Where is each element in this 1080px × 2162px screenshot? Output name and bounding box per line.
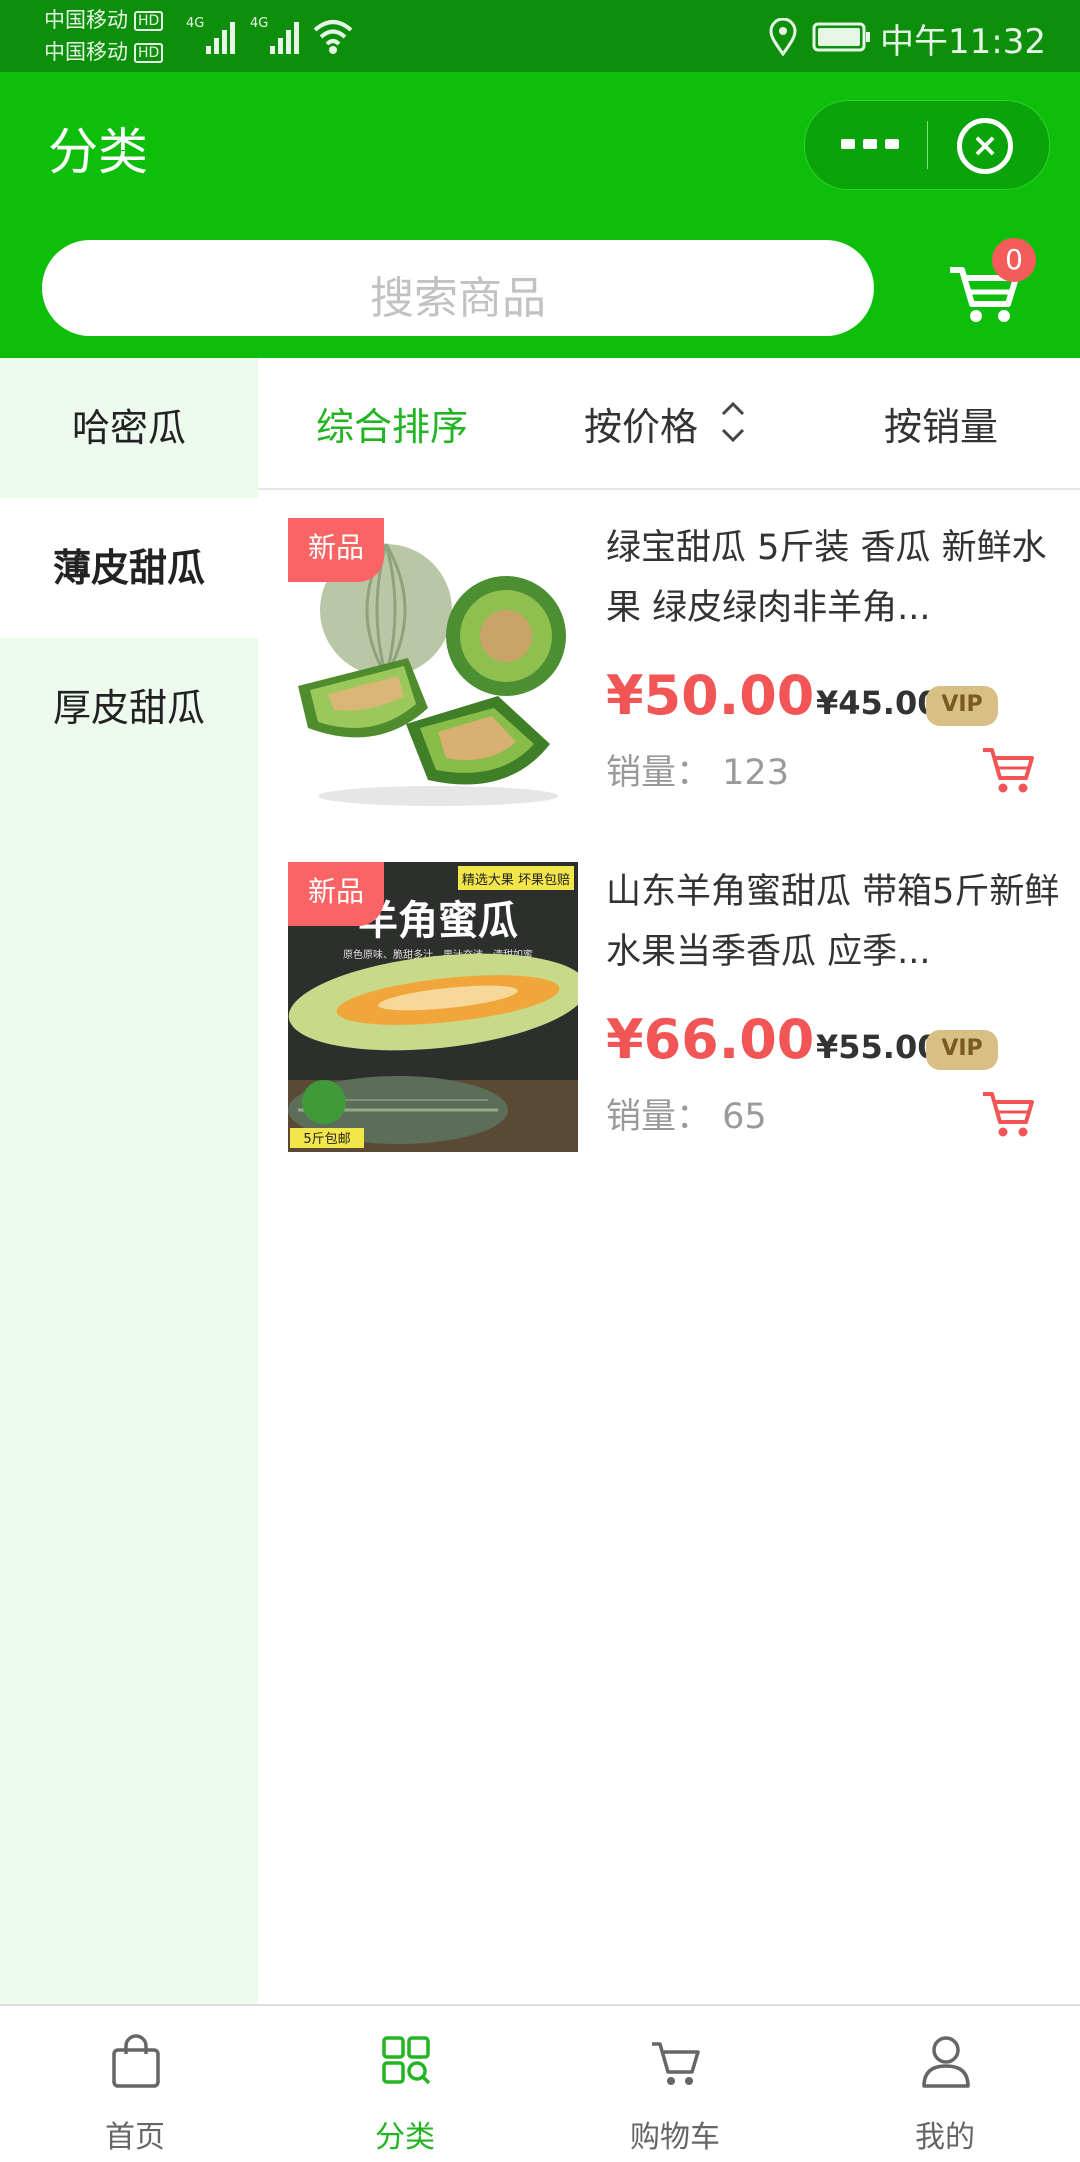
search-input[interactable]: 搜索商品 [42,240,874,336]
page-title: 分类 [48,123,148,181]
category-sidebar: 哈密瓜 薄皮甜瓜 厚皮甜瓜 [0,358,258,2004]
sort-by-sales[interactable]: 按销量 [884,396,998,451]
tab-label: 购物车 [630,2120,720,2155]
carrier-1: 中国移动 HD [44,8,164,32]
hd-icon: HD [134,43,164,63]
image-shipping-text: 5斤包邮 [303,1132,350,1147]
bottom-tab-bar: 首页 分类 购物车 我的 [0,2004,1080,2162]
tab-label: 我的 [915,2120,975,2155]
vip-badge: VIP [926,1030,998,1070]
sidebar-item-thin-skin-melon[interactable]: 薄皮甜瓜 [0,498,258,638]
category-grid-icon [382,2036,431,2085]
vip-price: ¥55.00 [816,1028,940,1066]
status-time: 中午11:32 [880,22,1046,62]
product-card[interactable]: 新品 绿宝甜瓜 5斤装 香瓜 新鲜水果 绿皮绿肉非羊角... ¥50.00 ¥4… [258,518,1080,858]
sort-by-price[interactable]: 按价格 [584,396,698,451]
status-bar: 中国移动 HD 中国移动 HD 4G 4G 中午11:32 [0,0,1080,72]
mini-program-capsule: × [804,100,1050,190]
sales-count: 销量： 123 [606,753,789,793]
tab-label: 首页 [105,2120,165,2155]
wifi-icon [313,20,353,54]
search-placeholder: 搜索商品 [370,273,546,324]
cart-count-badge: 0 [992,238,1036,282]
tab-category[interactable]: 分类 [270,2006,540,2162]
close-circle-icon[interactable]: × [957,118,1013,174]
sort-comprehensive[interactable]: 综合排序 [316,396,468,451]
capsule-divider [927,121,928,169]
vip-badge: VIP [926,686,998,726]
vip-price: ¥45.00 [816,684,940,722]
tab-home[interactable]: 首页 [0,2006,270,2162]
sales-count: 销量： 65 [606,1097,767,1137]
new-tag: 新品 [288,518,384,582]
user-icon [922,2036,970,2088]
home-bag-icon [112,2034,160,2088]
product-card[interactable]: 精选大果 坏果包赔 羊角蜜瓜 原色原味、脆甜多汁、果汁充沛、清甜如蜜 5斤包邮 … [258,862,1080,1202]
cart-icon [652,2042,700,2085]
tab-label: 分类 [375,2120,435,2155]
sort-bar: 综合排序 按价格 按销量 [258,358,1080,490]
product-title[interactable]: 绿宝甜瓜 5斤装 香瓜 新鲜水果 绿皮绿肉非羊角... [606,518,1066,638]
sidebar-item-hami-melon[interactable]: 哈密瓜 [0,358,258,498]
product-price: ¥50.00 [606,664,815,727]
tab-cart[interactable]: 购物车 [540,2006,810,2162]
product-title[interactable]: 山东羊角蜜甜瓜 带箱5斤新鲜水果当季香瓜 应季... [606,862,1066,982]
product-price: ¥66.00 [606,1008,815,1071]
tab-mine[interactable]: 我的 [810,2006,1080,2162]
sort-updown-icon [721,401,745,443]
battery-icon [812,22,870,52]
carrier-2: 中国移动 HD [44,40,164,64]
location-icon [769,18,797,56]
image-banner-text: 精选大果 坏果包赔 [462,873,570,888]
nav-header: 分类 × 搜索商品 0 [0,72,1080,358]
new-tag: 新品 [288,862,384,926]
add-to-cart-icon[interactable] [980,744,1036,796]
more-dots-icon[interactable] [841,135,903,155]
hd-icon: HD [134,11,164,31]
sidebar-item-thick-skin-melon[interactable]: 厚皮甜瓜 [0,638,258,778]
add-to-cart-icon[interactable] [980,1088,1036,1140]
